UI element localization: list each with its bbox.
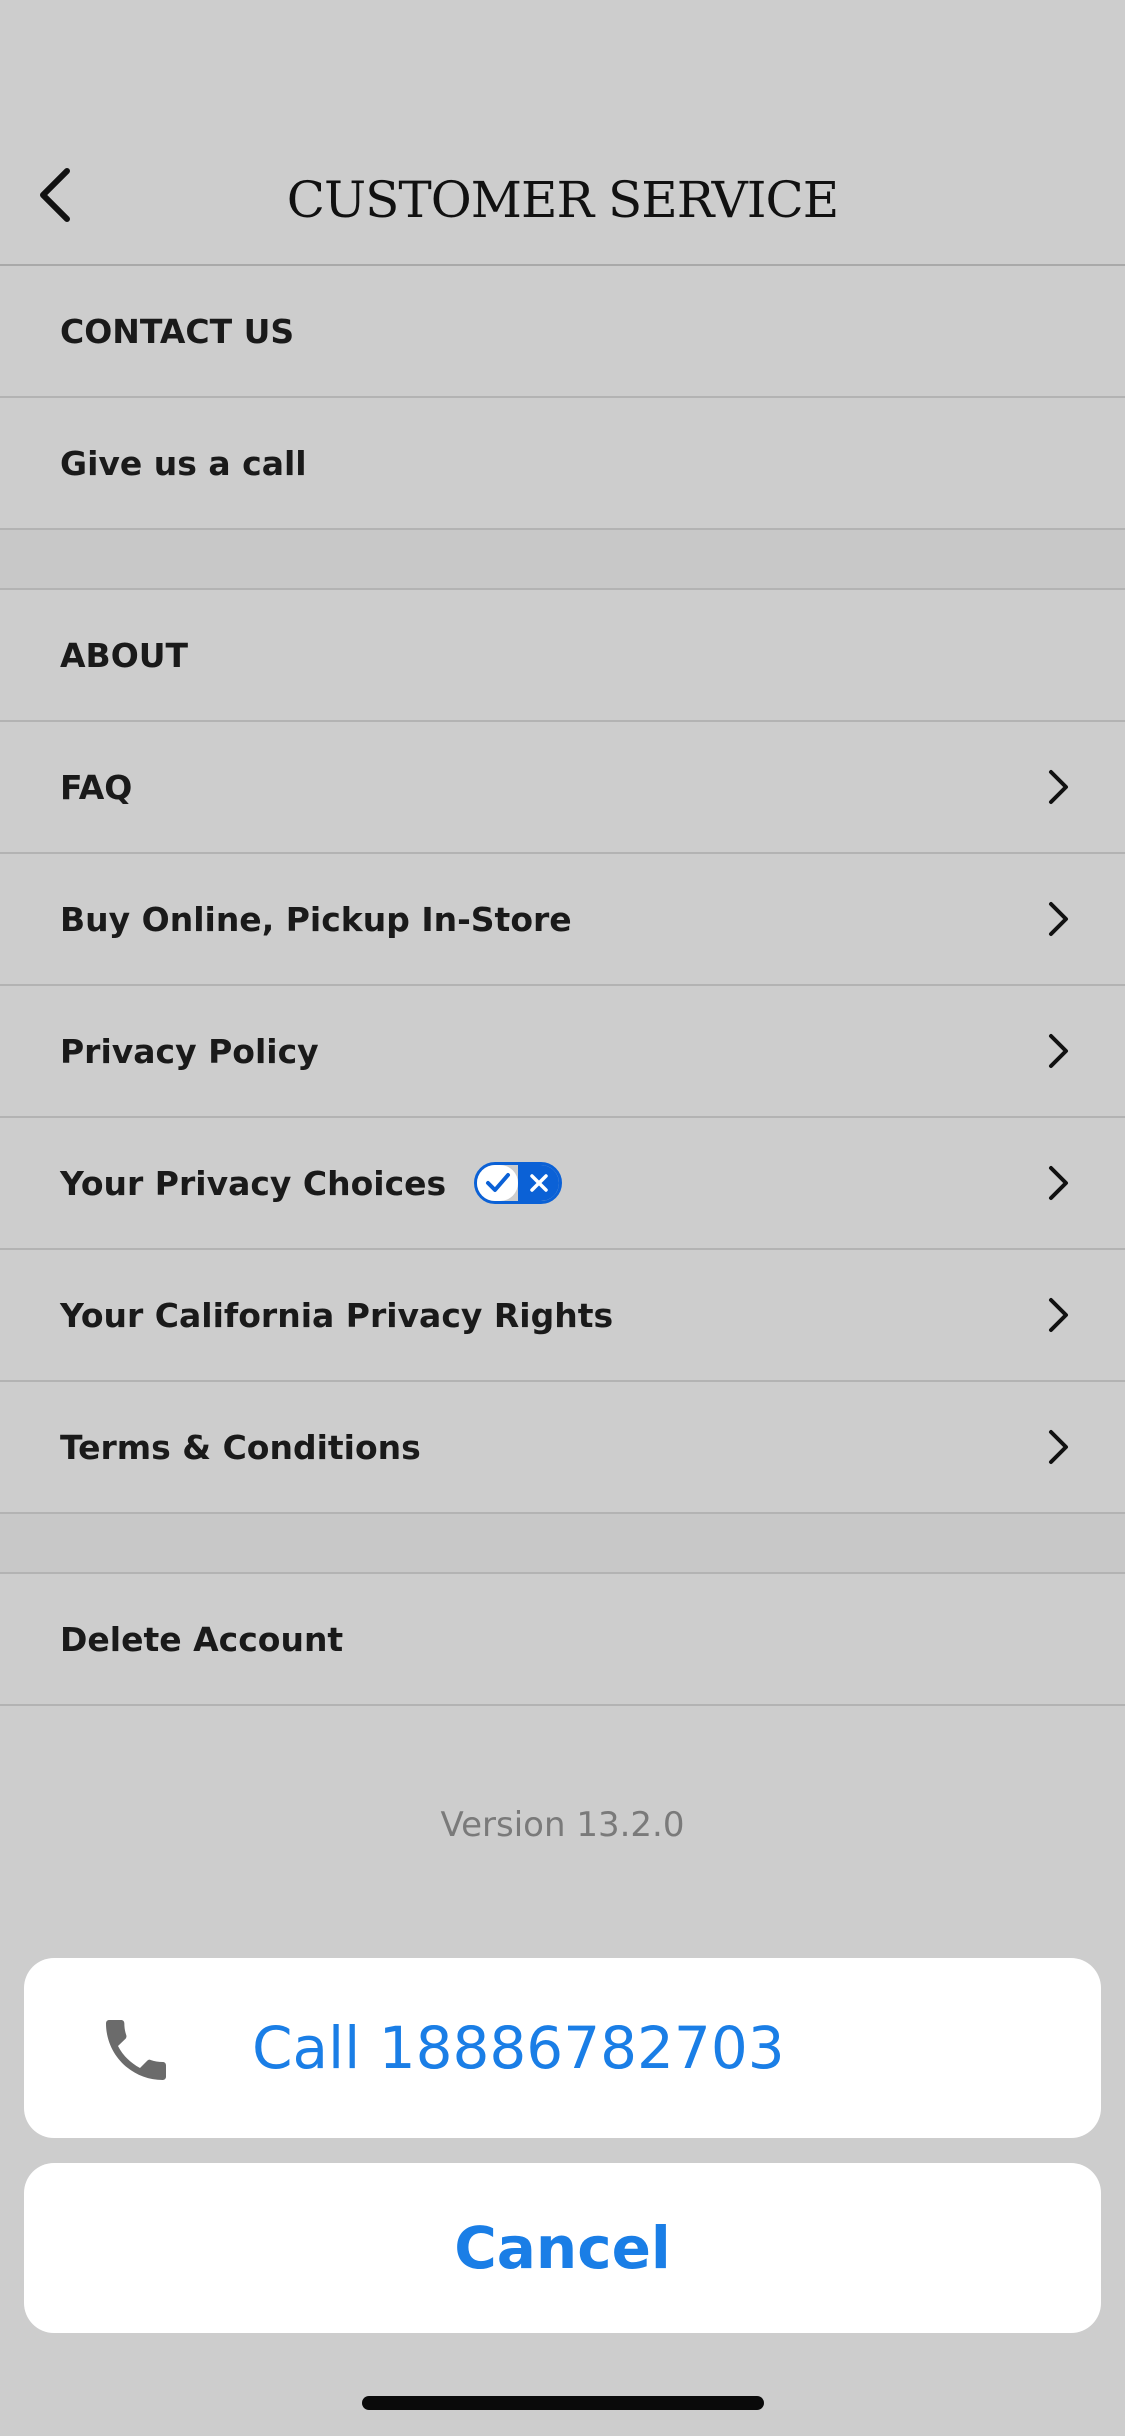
list-item-label: Your Privacy Choices bbox=[60, 1163, 447, 1203]
list-item-label: Buy Online, Pickup In-Store bbox=[60, 899, 572, 939]
list-item-label: Privacy Policy bbox=[60, 1031, 319, 1071]
chevron-right-icon bbox=[1049, 902, 1068, 936]
cancel-button[interactable]: Cancel bbox=[24, 2163, 1101, 2333]
list-item-label: Delete Account bbox=[60, 1619, 344, 1659]
home-indicator bbox=[362, 2396, 764, 2410]
list-item-california-rights[interactable]: Your California Privacy Rights bbox=[0, 1250, 1125, 1382]
privacy-choices-icon bbox=[474, 1162, 563, 1204]
chevron-right-icon bbox=[1049, 1034, 1068, 1068]
screen: CUSTOMER SERVICE CONTACT US Give us a ca… bbox=[0, 0, 1125, 2436]
list-item-label: Give us a call bbox=[60, 443, 307, 483]
section-label: ABOUT bbox=[60, 635, 189, 675]
list-item-privacy-policy[interactable]: Privacy Policy bbox=[0, 986, 1125, 1118]
section-header-about: ABOUT bbox=[0, 590, 1125, 722]
section-divider bbox=[0, 530, 1125, 590]
section-header-contact: CONTACT US bbox=[0, 266, 1125, 398]
section-label: CONTACT US bbox=[60, 311, 295, 351]
page-title: CUSTOMER SERVICE bbox=[286, 171, 839, 229]
version-label: Version 13.2.0 bbox=[440, 1805, 685, 1845]
list-item-faq[interactable]: FAQ bbox=[0, 722, 1125, 854]
list-item-bopis[interactable]: Buy Online, Pickup In-Store bbox=[0, 854, 1125, 986]
list-item-label: FAQ bbox=[60, 767, 133, 807]
list-item-terms[interactable]: Terms & Conditions bbox=[0, 1382, 1125, 1514]
list-item-label: Your California Privacy Rights bbox=[60, 1295, 614, 1335]
call-phone-button[interactable]: Call 18886782703 bbox=[24, 1958, 1101, 2138]
chevron-right-icon bbox=[1049, 1166, 1068, 1200]
phone-icon bbox=[106, 2020, 166, 2080]
list-item-label: Terms & Conditions bbox=[60, 1427, 421, 1467]
settings-list: CONTACT US Give us a call ABOUT FAQ Buy … bbox=[0, 266, 1125, 1706]
section-divider bbox=[0, 1514, 1125, 1574]
x-icon bbox=[518, 1165, 560, 1201]
chevron-right-icon bbox=[1049, 1298, 1068, 1332]
list-item-privacy-choices[interactable]: Your Privacy Choices bbox=[0, 1118, 1125, 1250]
chevron-right-icon bbox=[1049, 770, 1068, 804]
check-icon bbox=[477, 1165, 519, 1201]
call-label: Call 18886782703 bbox=[252, 2014, 785, 2082]
list-item-delete-account[interactable]: Delete Account bbox=[0, 1574, 1125, 1706]
chevron-right-icon bbox=[1049, 1430, 1068, 1464]
list-item-give-call[interactable]: Give us a call bbox=[0, 398, 1125, 530]
nav-header: CUSTOMER SERVICE bbox=[0, 0, 1125, 266]
